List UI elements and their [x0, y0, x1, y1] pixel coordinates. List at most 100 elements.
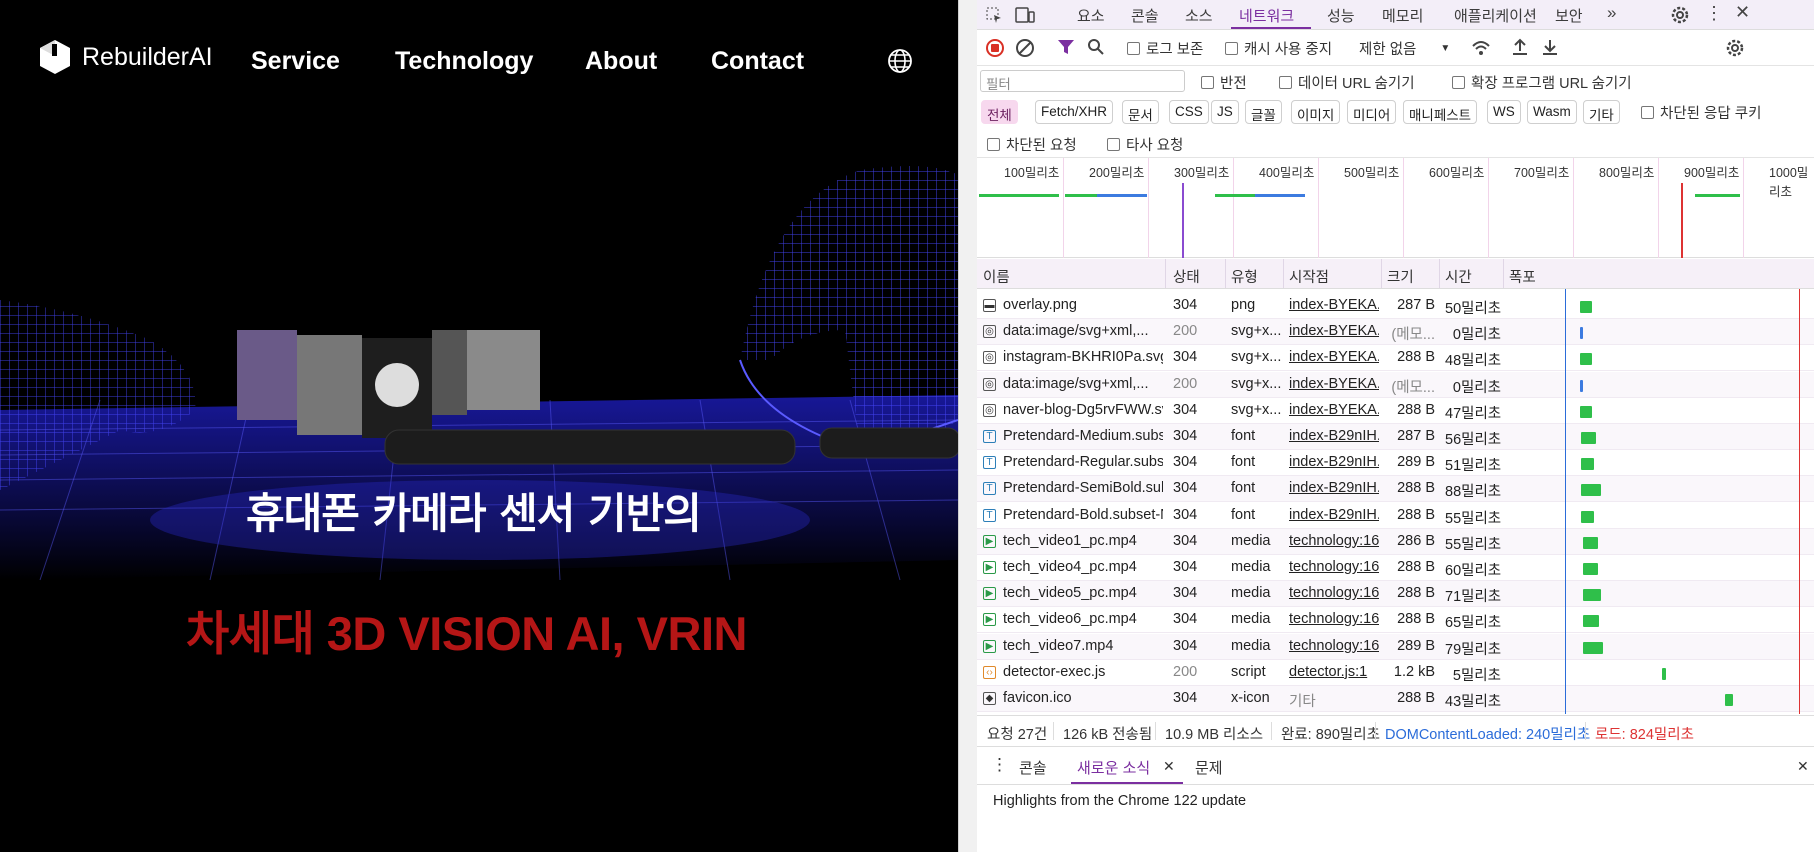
network-conditions-icon[interactable] [1471, 38, 1491, 58]
request-initiator[interactable]: index-BYEKA... [1289, 323, 1379, 339]
drawer-tab-whats-new[interactable]: 새로운 소식 [1077, 757, 1150, 778]
request-row[interactable]: ◎ instagram-BKHRI0Pa.svg 304 svg+x... index-… [977, 345, 1814, 372]
col-time[interactable]: 시간 [1445, 266, 1472, 287]
third-party-requests-checkbox[interactable]: 타사 요청 [1107, 134, 1183, 155]
col-status[interactable]: 상태 [1173, 266, 1200, 287]
type-filter-doc[interactable]: 문서 [1122, 100, 1159, 124]
close-drawer-icon[interactable]: ✕ [1797, 758, 1809, 775]
request-initiator[interactable]: index-BYEKA... [1289, 376, 1379, 392]
filter-input[interactable]: 필터 [980, 70, 1185, 92]
type-filter-js[interactable]: JS [1211, 100, 1239, 124]
import-har-upload-icon[interactable] [1511, 38, 1529, 56]
col-size[interactable]: 크기 [1387, 266, 1414, 287]
request-row[interactable]: ▶ tech_video5_pc.mp4 304 media technology:16… [977, 581, 1814, 608]
search-icon[interactable] [1087, 38, 1105, 56]
request-row[interactable]: T Pretendard-Regular.subse... 304 font index… [977, 450, 1814, 477]
request-row[interactable]: ◎ data:image/svg+xml,... 200 svg+x... index-… [977, 319, 1814, 346]
type-filter-all[interactable]: 전체 [981, 100, 1018, 124]
request-initiator[interactable]: detector.js:1 [1289, 664, 1379, 680]
drawer-tab-console[interactable]: 콘솔 [1019, 757, 1047, 778]
request-initiator[interactable]: index-B29nIH... [1289, 507, 1379, 523]
clear-log-icon[interactable] [1015, 38, 1035, 58]
request-initiator[interactable]: technology:16 [1289, 638, 1379, 654]
col-type[interactable]: 유형 [1231, 266, 1258, 287]
tab-performance[interactable]: 성능 [1327, 5, 1355, 26]
device-toolbar-icon[interactable] [1015, 6, 1035, 24]
type-filter-media[interactable]: 미디어 [1347, 100, 1397, 124]
col-initiator[interactable]: 시작점 [1289, 266, 1329, 287]
devtools-left-scrollbar[interactable] [959, 0, 977, 852]
drawer-menu-icon[interactable]: ⋮ [991, 755, 1008, 775]
kebab-menu-icon[interactable]: ⋮ [1705, 3, 1723, 24]
request-initiator[interactable]: index-BYEKA... [1289, 402, 1379, 418]
nav-technology[interactable]: Technology [395, 47, 533, 76]
col-name[interactable]: 이름 [983, 266, 1010, 287]
export-har-download-icon[interactable] [1541, 38, 1559, 56]
svg-file-icon: ◎ [983, 325, 996, 339]
close-whats-new-icon[interactable]: ✕ [1163, 758, 1175, 775]
preserve-log-checkbox[interactable]: 로그 보존 [1127, 38, 1203, 59]
type-filter-wasm[interactable]: Wasm [1527, 100, 1577, 124]
request-row[interactable]: T Pretendard-Medium.subs... 304 font index-B… [977, 424, 1814, 450]
request-initiator[interactable]: index-B29nIH... [1289, 454, 1379, 470]
request-row[interactable]: ◎ data:image/svg+xml,... 200 svg+x... index-… [977, 371, 1814, 398]
settings-gear-icon[interactable] [1670, 5, 1690, 25]
network-settings-gear-icon[interactable] [1725, 38, 1745, 58]
request-row[interactable]: ▶ tech_video6_pc.mp4 304 media technology:16… [977, 607, 1814, 634]
tab-sources[interactable]: 소스 [1185, 5, 1213, 26]
request-row[interactable]: ‹› detector-exec.js 200 script detector.js:1… [977, 660, 1814, 686]
type-filter-css[interactable]: CSS [1169, 100, 1209, 124]
request-initiator[interactable]: index-B29nIH... [1289, 480, 1379, 496]
request-initiator[interactable]: 기타 [1289, 690, 1379, 711]
request-initiator[interactable]: technology:16 [1289, 533, 1379, 549]
type-filter-other[interactable]: 기타 [1583, 100, 1620, 124]
request-row[interactable]: ▬ overlay.png 304 png index-BYEKA... 287 B 50밀… [977, 293, 1814, 319]
request-initiator[interactable]: index-BYEKA... [1289, 349, 1379, 365]
tab-console[interactable]: 콘솔 [1131, 5, 1159, 26]
blocked-requests-checkbox[interactable]: 차단된 요청 [987, 134, 1077, 155]
request-initiator[interactable]: index-BYEKA... [1289, 297, 1379, 313]
blocked-response-cookies-checkbox[interactable]: 차단된 응답 쿠키 [1641, 102, 1761, 123]
site-logo[interactable]: RebuilderAI [36, 38, 213, 76]
filter-funnel-icon[interactable] [1057, 38, 1075, 56]
whats-new-headline[interactable]: Highlights from the Chrome 122 update [993, 793, 1246, 809]
request-initiator[interactable]: index-B29nIH... [1289, 428, 1379, 444]
type-filter-manifest[interactable]: 매니페스트 [1403, 100, 1478, 124]
request-time: 47밀리초 [1445, 405, 1501, 422]
drawer-tab-issues[interactable]: 문제 [1195, 757, 1223, 778]
nav-contact[interactable]: Contact [711, 47, 804, 76]
request-row[interactable]: T Pretendard-SemiBold.sub... 304 font index-… [977, 476, 1814, 503]
tab-application[interactable]: 애플리케이션 [1454, 5, 1537, 26]
request-row[interactable]: ▶ tech_video1_pc.mp4 304 media technology:16… [977, 528, 1814, 555]
request-row[interactable]: T Pretendard-Bold.subset-N... 304 font index… [977, 503, 1814, 529]
network-overview-timeline[interactable]: 100밀리초 200밀리초 300밀리초 400밀리초 500밀리초 600밀리초 700밀… [977, 158, 1814, 258]
nav-service[interactable]: Service [251, 47, 340, 76]
type-filter-img[interactable]: 이미지 [1291, 100, 1341, 124]
close-devtools-icon[interactable]: ✕ [1735, 2, 1750, 23]
nav-about[interactable]: About [585, 47, 657, 76]
type-filter-fetch-xhr[interactable]: Fetch/XHR [1035, 100, 1114, 124]
hide-data-urls-checkbox[interactable]: 데이터 URL 숨기기 [1279, 72, 1415, 93]
disable-cache-checkbox[interactable]: 캐시 사용 중지 [1225, 38, 1332, 59]
request-initiator[interactable]: technology:16 [1289, 611, 1379, 627]
throttle-select[interactable]: 제한 없음 ▼ [1359, 38, 1450, 59]
request-row[interactable]: ▶ tech_video7.mp4 304 media technology:16 289… [977, 633, 1814, 660]
invert-checkbox[interactable]: 반전 [1201, 72, 1247, 93]
globe-language-icon[interactable] [887, 48, 913, 74]
type-filter-ws[interactable]: WS [1487, 100, 1521, 124]
tab-memory[interactable]: 메모리 [1382, 5, 1423, 26]
tab-security[interactable]: 보안 [1555, 5, 1583, 26]
type-filter-font[interactable]: 글꼴 [1245, 100, 1282, 124]
record-stop-icon[interactable] [985, 38, 1005, 58]
tab-network[interactable]: 네트워크 [1239, 5, 1294, 26]
more-tabs-chevron-icon[interactable]: » [1607, 3, 1616, 23]
request-row[interactable]: ◆ favicon.ico 304 x-icon 기타 288 B 43밀리초 [977, 686, 1814, 712]
request-row[interactable]: ◎ naver-blog-Dg5rvFWW.svg 304 svg+x... index… [977, 398, 1814, 424]
tab-elements[interactable]: 요소 [1077, 5, 1105, 26]
inspect-element-icon[interactable] [985, 6, 1003, 24]
request-row[interactable]: ▶ tech_video4_pc.mp4 304 media technology:16… [977, 555, 1814, 581]
request-initiator[interactable]: technology:16 [1289, 585, 1379, 601]
col-waterfall[interactable]: 폭포 [1509, 266, 1536, 287]
request-initiator[interactable]: technology:16 [1289, 559, 1379, 575]
hide-extension-urls-checkbox[interactable]: 확장 프로그램 URL 숨기기 [1452, 72, 1632, 93]
